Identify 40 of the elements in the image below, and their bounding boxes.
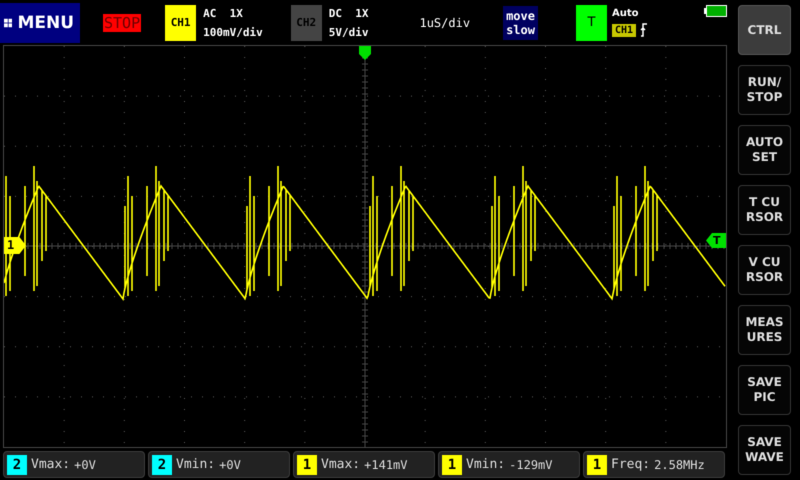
measurement-value: +141mV (364, 458, 408, 472)
channel-coupling: AC 1X (203, 6, 244, 22)
measurement-value: +0V (219, 458, 241, 472)
measurement-value: 2.58MHz (654, 458, 705, 472)
side-button[interactable]: T CU RSOR (738, 185, 791, 235)
trigger-mode: Auto (612, 8, 640, 19)
run-state: STOP (103, 14, 142, 32)
channel-marker[interactable]: 1 (4, 237, 26, 254)
move-mode-button[interactable]: move slow (503, 6, 538, 40)
trigger-position-marker[interactable] (359, 46, 371, 60)
side-button[interactable]: RUN/ STOP (738, 65, 791, 115)
channel-badge: 1 (297, 454, 317, 474)
measurement-label: Freq: (611, 457, 650, 472)
channel-coupling: DC 1X (328, 6, 368, 22)
measurement-label: Vmin: (176, 457, 216, 472)
side-button[interactable]: CTRL (738, 5, 791, 55)
rising-edge-icon (640, 23, 648, 37)
side-button[interactable]: SAVE WAVE (738, 425, 791, 475)
timebase: 1uS/div (419, 16, 470, 30)
trigger-level-marker[interactable]: T (706, 233, 726, 248)
channel-badge: 2 (152, 454, 172, 474)
measurement-value: -129mV (509, 458, 552, 472)
trigger-button[interactable]: T (576, 4, 607, 40)
channel-badge: 1 (442, 454, 462, 474)
channel-badge: 2 (7, 454, 27, 474)
channel-button[interactable]: CH1 (165, 4, 196, 40)
channel-scale: 5V/div (328, 24, 368, 40)
measurement-label: Vmax: (31, 457, 70, 472)
menu-button[interactable]: MENU (0, 2, 80, 42)
side-button[interactable]: SAVE PIC (738, 365, 791, 415)
measurement-label: Vmax: (321, 457, 360, 472)
battery-icon (704, 5, 727, 17)
channel-scale: 100mV/div (203, 24, 263, 40)
measurement-label: Vmin: (466, 457, 506, 472)
trigger-source: CH1 (612, 24, 636, 36)
side-button[interactable]: AUTO SET (738, 125, 791, 175)
side-button[interactable]: MEAS URES (738, 305, 791, 355)
channel-badge: 1 (587, 454, 607, 474)
side-button[interactable]: V CU RSOR (738, 245, 791, 295)
measurement-value: +0V (74, 458, 96, 472)
